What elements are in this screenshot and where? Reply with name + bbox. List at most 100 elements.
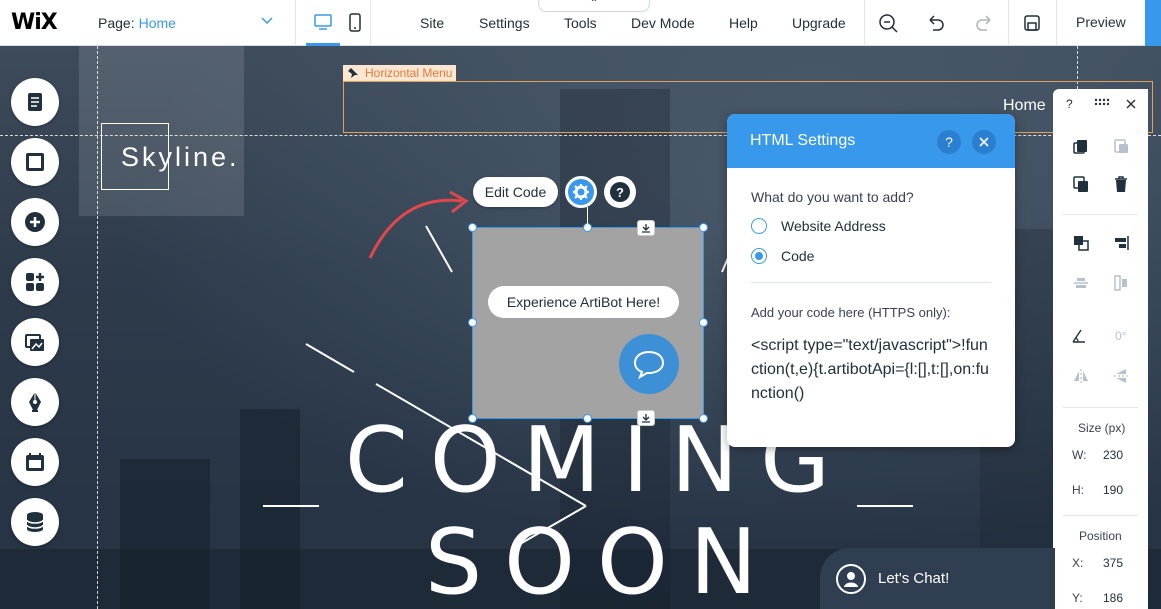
- menu-upgrade[interactable]: Upgrade: [792, 15, 846, 31]
- radio-code[interactable]: [751, 248, 767, 264]
- radio-website-address[interactable]: [751, 218, 767, 234]
- avatar: [836, 563, 866, 594]
- blog-button[interactable]: [11, 378, 59, 426]
- menu-site[interactable]: Site: [420, 15, 444, 31]
- download-arrow-icon: [642, 414, 650, 423]
- y-label: Y:: [1072, 591, 1083, 605]
- align-icon[interactable]: [1112, 234, 1130, 252]
- chat-bubble-icon: [633, 350, 665, 379]
- resize-handle[interactable]: [583, 414, 592, 423]
- width-input[interactable]: 230: [1103, 448, 1123, 462]
- option-website-address[interactable]: Website Address: [751, 218, 886, 234]
- menu-tools[interactable]: Tools: [564, 15, 597, 31]
- save-icon[interactable]: [1021, 12, 1043, 34]
- menu-help[interactable]: Help: [729, 15, 758, 31]
- resize-handle[interactable]: [699, 223, 708, 232]
- media-icon: [25, 334, 44, 351]
- flip-horizontal-icon[interactable]: [1072, 367, 1090, 385]
- width-label: W:: [1072, 448, 1087, 462]
- duplicate-icon[interactable]: [1072, 175, 1090, 193]
- stretch-top-button[interactable]: [637, 220, 655, 236]
- database-button[interactable]: [11, 498, 59, 546]
- html-embed-element[interactable]: [472, 227, 704, 419]
- page-label: Page:: [98, 15, 135, 31]
- headline-soon[interactable]: SOON: [425, 510, 779, 609]
- artibot-prompt-bubble[interactable]: Experience ArtiBot Here!: [488, 286, 679, 318]
- user-icon: [844, 571, 858, 587]
- option-code[interactable]: Code: [751, 248, 814, 264]
- pen-nib-icon: [29, 392, 41, 412]
- pages-menu-button[interactable]: [11, 78, 59, 126]
- add-button[interactable]: [11, 198, 59, 246]
- toolbar-help[interactable]: ?: [1066, 97, 1073, 111]
- add-apps-button[interactable]: [11, 258, 59, 306]
- edit-code-button[interactable]: Edit Code: [473, 177, 558, 207]
- code-field-label: Add your code here (HTTPS only):: [751, 305, 951, 320]
- calendar-icon: [26, 453, 44, 471]
- menu-dev-mode[interactable]: Dev Mode: [631, 15, 695, 31]
- artibot-launcher[interactable]: [619, 334, 679, 394]
- page-selector[interactable]: Page: Home: [78, 0, 296, 46]
- resize-handle[interactable]: [468, 414, 477, 423]
- distribute-icon[interactable]: [1072, 274, 1090, 292]
- headline-dash-right: [857, 505, 913, 507]
- panel-help-button[interactable]: ?: [937, 130, 961, 154]
- settings-button[interactable]: [565, 176, 597, 208]
- mobile-view-button[interactable]: [338, 0, 372, 46]
- html-settings-panel: HTML Settings ? What do you want to add?…: [727, 114, 1015, 447]
- toolbar-divider: [1063, 407, 1138, 408]
- rotate-angle-icon[interactable]: [1070, 327, 1088, 345]
- wix-logo: WiX: [11, 10, 58, 35]
- height-label: H:: [1072, 483, 1084, 497]
- panel-title: HTML Settings: [750, 132, 856, 149]
- background-button[interactable]: [11, 138, 59, 186]
- plus-icon: [25, 212, 45, 232]
- undo-icon[interactable]: [925, 12, 947, 34]
- bookings-button[interactable]: [11, 438, 59, 486]
- divider: [1056, 0, 1057, 46]
- preview-button[interactable]: Preview: [1076, 14, 1126, 30]
- paste-icon[interactable]: [1112, 137, 1130, 155]
- toolbar-divider: [1063, 515, 1138, 516]
- publish-button-edge[interactable]: [1145, 0, 1161, 46]
- code-textarea[interactable]: <script type="text/javascript">!function…: [751, 334, 991, 406]
- rotate-stem: [587, 207, 588, 225]
- desktop-icon: [314, 13, 332, 30]
- height-input[interactable]: 190: [1103, 483, 1123, 497]
- close-icon[interactable]: [1126, 99, 1136, 109]
- apps-icon: [26, 273, 44, 291]
- divider: [370, 0, 371, 46]
- media-button[interactable]: [11, 318, 59, 366]
- panel-close-button[interactable]: [972, 130, 996, 154]
- element-help-button[interactable]: ?: [604, 176, 636, 208]
- copy-icon[interactable]: [1072, 137, 1090, 155]
- toolbar-divider: [1063, 214, 1138, 215]
- resize-handle[interactable]: [699, 414, 708, 423]
- redo-icon[interactable]: [973, 12, 995, 34]
- y-input[interactable]: 186: [1103, 591, 1123, 605]
- mobile-icon: [349, 13, 361, 32]
- menu-settings[interactable]: Settings: [479, 15, 530, 31]
- arrange-icon[interactable]: [1072, 234, 1090, 252]
- flip-vertical-icon[interactable]: [1112, 367, 1130, 385]
- panel-divider: [751, 282, 991, 283]
- drag-handle-icon[interactable]: [1093, 97, 1111, 109]
- gear-icon: [573, 184, 589, 200]
- resize-handle[interactable]: [468, 223, 477, 232]
- close-icon: [979, 137, 989, 147]
- x-input[interactable]: 375: [1103, 556, 1123, 570]
- zoom-icon[interactable]: [877, 12, 899, 34]
- position-label: Position: [1079, 529, 1122, 543]
- download-arrow-icon: [642, 224, 650, 233]
- rotation-value[interactable]: 0°: [1115, 329, 1126, 343]
- desktop-view-button[interactable]: [306, 0, 340, 46]
- match-size-icon[interactable]: [1112, 274, 1130, 292]
- stretch-bottom-button[interactable]: [637, 410, 655, 426]
- topbar-collapse-toggle[interactable]: ⌃: [538, 0, 650, 12]
- delete-icon[interactable]: [1112, 175, 1130, 193]
- resize-handle[interactable]: [468, 318, 477, 327]
- resize-handle[interactable]: [699, 318, 708, 327]
- option-label: Website Address: [781, 218, 886, 234]
- annotation-arrow: [368, 198, 463, 259]
- lets-chat-widget[interactable]: Let's Chat!: [820, 548, 1055, 609]
